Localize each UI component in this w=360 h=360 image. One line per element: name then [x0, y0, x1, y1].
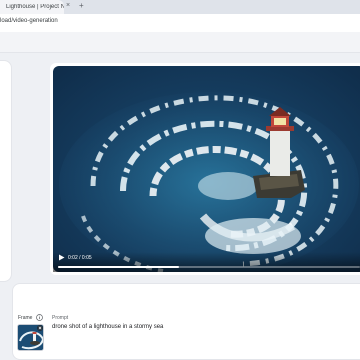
tab-close-icon[interactable]: × [66, 2, 70, 9]
browser-tab-strip: Lighthouse | Project Nex (B... × + [0, 0, 360, 14]
close-icon[interactable] [37, 325, 43, 331]
browser-tab[interactable]: Lighthouse | Project Nex (B... [0, 0, 64, 14]
video-progress-bar[interactable] [58, 266, 360, 268]
prompt-label: Prompt [52, 315, 69, 321]
left-panel [0, 60, 12, 282]
address-bar-url[interactable]: load/video-generation [0, 18, 58, 24]
address-bar[interactable]: load/video-generation [0, 14, 360, 32]
play-icon[interactable] [58, 254, 65, 261]
frame-label: Frame [18, 315, 33, 321]
app-header [0, 32, 360, 53]
video-player[interactable] [53, 66, 360, 272]
video-controls-overlay [53, 252, 360, 272]
video-progress-fill [58, 266, 179, 268]
prompt-input[interactable]: drone shot of a lighthouse in a stormy s… [52, 324, 163, 330]
new-tab-icon[interactable]: + [79, 1, 84, 10]
generation-input-card [12, 283, 360, 360]
info-icon[interactable] [36, 314, 43, 321]
video-frame-lighthouse [59, 92, 359, 272]
video-time: 0:02 / 0:05 [68, 255, 92, 261]
browser-tab-title: Lighthouse | Project Nex (B... [6, 4, 64, 10]
